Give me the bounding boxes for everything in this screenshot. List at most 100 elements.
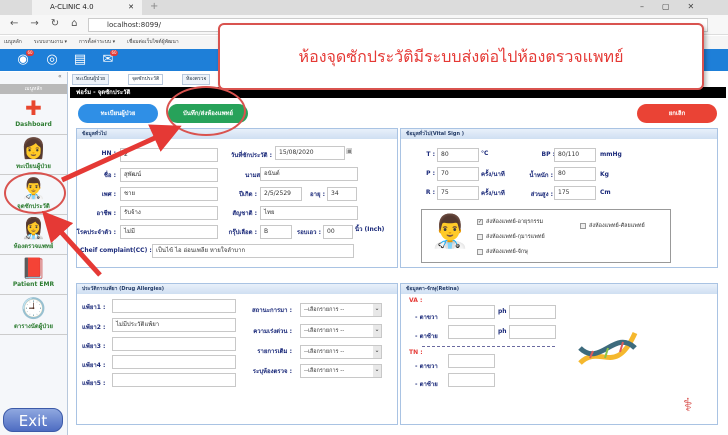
urgency-select[interactable]: --เลือกรายการ --	[300, 324, 382, 338]
pulse-input[interactable]: 70	[437, 167, 479, 181]
allergy-label: แพ้ยา1 :	[82, 304, 106, 311]
check-label: ส่งห้องแพทย์-ศัลยแพทย์	[589, 223, 645, 229]
checkbox[interactable]: ✓	[477, 218, 483, 225]
select-label: สถานะการมา :	[251, 307, 292, 314]
waist-unit: นิ้ว (Inch)	[355, 226, 385, 233]
check-label: ส่งห้องแพทย์-อายุรกรรม	[486, 219, 544, 225]
sidebar-item-doctor-room[interactable]: 👩‍⚕️ ห้องตรวจแพทย์	[0, 215, 67, 255]
check-internal-medicine[interactable]: ✓ ส่งห้องแพทย์-อายุรกรรม	[477, 218, 543, 226]
register-button[interactable]: ทะเบียนผู้ป่วย	[78, 104, 158, 123]
tab-title: A-CLINIC 4.0	[50, 3, 94, 11]
allergy-input-3[interactable]	[112, 337, 236, 351]
check-label: ส่งห้องแพทย์-จักษุ	[486, 249, 528, 255]
exit-button[interactable]: Exit	[3, 408, 63, 432]
tab-history[interactable]: จุดซักประวัติ	[128, 74, 164, 85]
sidebar-item-emr[interactable]: 📕 Patient EMR	[0, 255, 67, 295]
tab-doctor[interactable]: ห้องตรวจ	[182, 74, 211, 85]
browser-tab[interactable]: A-CLINIC 4.0 ✕	[32, 0, 142, 15]
height-input[interactable]: 175	[554, 186, 596, 200]
dob-input[interactable]: 2/5/2529	[260, 187, 302, 201]
tn-right-input[interactable]	[448, 354, 495, 368]
tn-left-input[interactable]	[448, 373, 495, 387]
new-tab-icon[interactable]: +	[150, 1, 158, 12]
disease-input[interactable]: ไม่มี	[120, 225, 218, 239]
respiration-input[interactable]: 75	[437, 186, 479, 200]
bookmark[interactable]: ระบบงานงาน ▾	[34, 39, 67, 45]
weight-input[interactable]: 80	[554, 167, 596, 181]
p-label: P :	[426, 170, 435, 177]
bookmark[interactable]: เมนูหลัก	[4, 39, 22, 45]
book-icon: 📕	[21, 256, 46, 280]
name-input[interactable]: สุพัฒน์	[120, 168, 218, 182]
patient-icon: 👩	[21, 136, 46, 160]
allergy-input-5[interactable]	[112, 373, 236, 387]
checkbox[interactable]	[580, 222, 586, 229]
waist-label: รอบเอว :	[296, 229, 321, 236]
bookmark[interactable]: การตั้งค่าระบบ ▾	[79, 39, 115, 45]
check-pediatrics[interactable]: ส่งห้องแพทย์-กุมารแพทย์	[477, 233, 545, 241]
highlight-ring-sidebar	[4, 172, 66, 214]
window-controls[interactable]: –▢✕	[640, 2, 712, 11]
previous-item-select[interactable]: --เลือกรายการ --	[300, 345, 382, 359]
nation-input[interactable]: ไทย	[260, 206, 358, 220]
id-card-icon[interactable]: ▤	[72, 52, 88, 68]
dna-icon	[578, 331, 638, 365]
va-left-ph-input[interactable]	[509, 325, 556, 339]
check-ophthalmology[interactable]: ส่งห้องแพทย์-จักษุ	[477, 248, 528, 256]
sidebar-item-register[interactable]: 👩 ทะเบียนผู้ป่วย	[0, 135, 67, 175]
checkbox[interactable]	[477, 233, 483, 240]
allergy-input-4[interactable]	[112, 355, 236, 369]
sidebar-item-label: ตารางนัดผู้ป่วย	[14, 323, 53, 330]
highlight-ring-save	[166, 86, 246, 136]
check-label: ส่งห้องแพทย์-กุมารแพทย์	[486, 234, 545, 240]
hn-input[interactable]: 2	[120, 148, 218, 162]
sidebar-item-label: ห้องตรวจแพทย์	[13, 243, 54, 250]
checkbox[interactable]	[477, 248, 483, 255]
bp-input[interactable]: 80/110	[554, 148, 596, 162]
cancel-button[interactable]: ยกเลิก	[637, 104, 717, 123]
arrival-status-select[interactable]: --เลือกรายการ --	[300, 303, 382, 317]
age-input[interactable]: 34	[327, 187, 357, 201]
height-label: ส่วนสูง :	[530, 191, 553, 198]
sidebar-item-appointments[interactable]: 🕘 ตารางนัดผู้ป่วย	[0, 295, 67, 335]
sidebar-item-dashboard[interactable]: ✚ Dashboard	[0, 95, 67, 135]
va-left-input[interactable]	[448, 325, 495, 339]
blood-label: กรุ๊ปเลือด :	[228, 229, 257, 236]
allergy-label: แพ้ยา2 :	[82, 324, 106, 331]
age-label: อายุ :	[310, 191, 325, 198]
allergy-input-1[interactable]	[112, 299, 236, 313]
va-right-ph-input[interactable]	[509, 305, 556, 319]
exam-room-select[interactable]: --เลือกรายการ --	[300, 364, 382, 378]
va-label: VA :	[409, 297, 423, 304]
date-input[interactable]: 15/08/2020	[275, 146, 345, 160]
tab-register[interactable]: ทะเบียนผู้ป่วย	[72, 74, 110, 85]
allergy-input-2[interactable]: ไม่มีประวัติแพ้ยา	[112, 318, 236, 332]
nav-buttons[interactable]: ←→↻⌂	[10, 18, 89, 29]
va-right-input[interactable]	[448, 305, 495, 319]
cc-label: Cheif complaint(CC) :	[80, 247, 152, 254]
job-input[interactable]: รับจ้าง	[120, 206, 218, 220]
waist-input[interactable]: 00	[323, 225, 353, 239]
close-tab-icon[interactable]: ✕	[128, 0, 134, 15]
select-label: รายการเดิม :	[257, 348, 292, 355]
tn-label: TN :	[409, 349, 423, 356]
calendar-icon[interactable]: ▣	[346, 147, 353, 155]
cc-input[interactable]: เป็นไข้ ไอ อ่อนเพลีย หายใจลำบาก	[152, 244, 354, 258]
collapse-icon[interactable]: «	[58, 73, 62, 80]
va-right-label: - ตาขวา	[415, 314, 438, 321]
sex-input[interactable]: ชาย	[120, 187, 218, 201]
annotation-callout: ห้องจุดซักประวัติมีระบบส่งต่อไปห้องตรวจแ…	[218, 23, 704, 90]
allergy-label: แพ้ยา4 :	[82, 362, 106, 369]
r-unit: ครั้ง/นาที	[481, 190, 505, 197]
surname-input[interactable]: อนันต์	[260, 167, 358, 181]
name-label: ชื่อ :	[103, 172, 116, 179]
temperature-input[interactable]: 80	[437, 148, 479, 162]
blood-input[interactable]: B	[260, 225, 292, 239]
broadcast-icon[interactable]: ◎	[44, 52, 60, 68]
dashboard-icon: ✚	[25, 96, 42, 120]
surgeon-icon: ⚕	[683, 395, 693, 416]
date-label: วันที่ซักประวัติ :	[230, 152, 272, 159]
bookmark[interactable]: เชื่อมต่อเว็บไซต์ผู้พัฒนา	[127, 39, 178, 45]
h-unit: Cm	[600, 189, 611, 196]
check-surgery[interactable]: ส่งห้องแพทย์-ศัลยแพทย์	[580, 222, 645, 230]
